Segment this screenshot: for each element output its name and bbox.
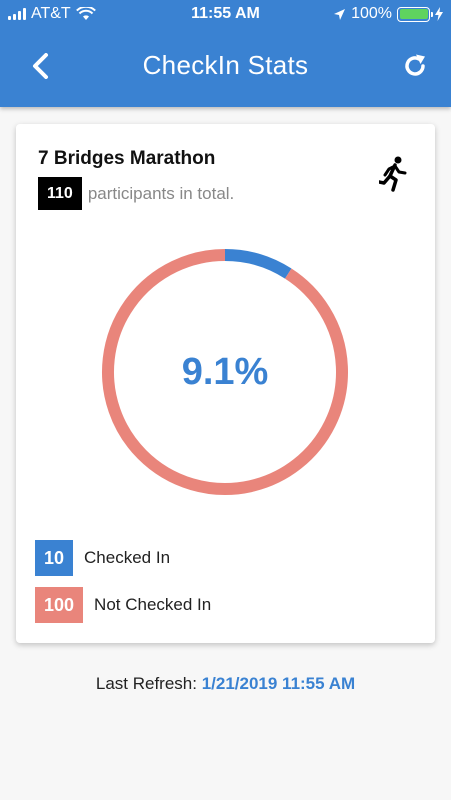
- last-refresh-timestamp: 1/21/2019 11:55 AM: [201, 674, 356, 693]
- total-badge: 110: [38, 177, 82, 210]
- refresh-button[interactable]: [397, 48, 433, 84]
- event-title: 7 Bridges Marathon: [38, 148, 216, 169]
- not-checked-in-count: 100: [35, 587, 84, 623]
- battery-icon: [397, 6, 433, 22]
- status-bar: AT&T 11:55 AM 100%: [0, 0, 451, 30]
- total-row: 110 participants in total.: [38, 177, 234, 210]
- charging-bolt-icon: [435, 7, 443, 21]
- last-refresh-label: Last Refresh:: [95, 674, 197, 693]
- last-refresh: Last Refresh: 1/21/2019 11:55 AM: [0, 674, 451, 694]
- battery-percent: 100%: [351, 5, 392, 22]
- checkin-percentage: 9.1%: [181, 350, 269, 393]
- total-text: participants in total.: [87, 183, 235, 203]
- status-right: 100%: [333, 5, 443, 23]
- location-arrow-icon: [334, 8, 346, 20]
- stats-card: 7 Bridges Marathon 110 participants in t…: [16, 124, 435, 643]
- page-title: CheckIn Stats: [142, 50, 309, 80]
- refresh-icon: [405, 54, 425, 76]
- legend-item-checked-in: 10 Checked In: [35, 540, 170, 576]
- app-header: AT&T 11:55 AM 100% CheckIn Stats: [0, 0, 451, 107]
- checked-in-count: 10: [35, 540, 74, 576]
- not-checked-in-label: Not Checked In: [94, 595, 212, 614]
- runner-icon: [379, 156, 407, 192]
- checked-in-label: Checked In: [84, 548, 171, 567]
- legend-item-not-checked-in: 100 Not Checked In: [35, 587, 211, 623]
